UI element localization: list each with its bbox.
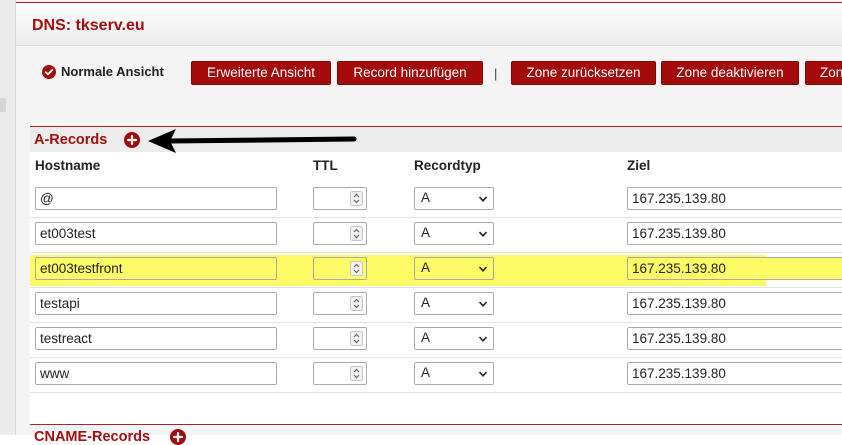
recordtype-value: A <box>421 365 431 380</box>
dns-panel: DNS: tkserv.eu Normale Ansicht Erweitert… <box>15 0 842 445</box>
arrow-left-icon <box>148 129 357 153</box>
extended-view-button[interactable]: Erweiterte Ansicht <box>191 61 331 85</box>
hostname-input[interactable] <box>35 187 277 210</box>
table-row: A <box>30 183 842 218</box>
gutter-notch <box>0 98 6 112</box>
ttl-input[interactable] <box>313 362 367 385</box>
header-band: DNS: tkserv.eu <box>16 3 842 46</box>
next-section-rule <box>30 424 842 425</box>
deactivate-zone-button[interactable]: Zone deaktivieren <box>661 61 799 85</box>
toolbar-separator: | <box>494 66 498 81</box>
hostname-input[interactable] <box>35 327 277 350</box>
ziel-input[interactable] <box>627 187 842 210</box>
ttl-input[interactable] <box>313 187 367 210</box>
hostname-input[interactable] <box>35 257 277 280</box>
recordtype-value: A <box>421 330 431 345</box>
hostname-input[interactable] <box>35 362 277 385</box>
recordtype-select[interactable]: A <box>414 327 494 350</box>
a-records-section: A-Records Hostname TTL Recordtyp Ziel A A… <box>30 126 842 426</box>
ziel-input[interactable] <box>627 222 842 245</box>
column-ttl: TTL <box>313 158 338 173</box>
table-row: A <box>30 288 842 323</box>
ziel-input[interactable] <box>627 362 842 385</box>
chevron-down-icon <box>478 196 488 202</box>
check-circle-icon <box>42 64 56 79</box>
stepper-updown-icon[interactable] <box>350 366 363 381</box>
a-records-header: A-Records <box>30 126 842 153</box>
recordtype-value: A <box>421 190 431 205</box>
add-record-button[interactable]: Record hinzufügen <box>337 61 483 85</box>
recordtype-value: A <box>421 295 431 310</box>
row-divider <box>30 392 842 393</box>
table-row: A <box>30 358 842 393</box>
recordtype-select[interactable]: A <box>414 257 494 280</box>
plus-circle-icon[interactable] <box>124 132 140 148</box>
a-records-title: A-Records <box>34 132 108 148</box>
chevron-down-icon <box>478 231 488 237</box>
ttl-input[interactable] <box>313 222 367 245</box>
left-gutter <box>0 0 15 435</box>
hostname-input[interactable] <box>35 222 277 245</box>
page-title: DNS: tkserv.eu <box>32 17 145 34</box>
stepper-updown-icon[interactable] <box>350 191 363 206</box>
recordtype-select[interactable]: A <box>414 187 494 210</box>
stepper-updown-icon[interactable] <box>350 331 363 346</box>
recordtype-select[interactable]: A <box>414 362 494 385</box>
recordtype-value: A <box>421 225 431 240</box>
stepper-updown-icon[interactable] <box>350 296 363 311</box>
ttl-input[interactable] <box>313 327 367 350</box>
table-row: A <box>30 253 842 288</box>
normal-view-label: Normale Ansicht <box>61 64 164 79</box>
column-hostname: Hostname <box>35 158 101 173</box>
column-ziel: Ziel <box>627 158 651 173</box>
ziel-input[interactable] <box>627 257 842 280</box>
stepper-updown-icon[interactable] <box>350 261 363 276</box>
normal-view-option[interactable]: Normale Ansicht <box>42 64 164 79</box>
reset-zone-button[interactable]: Zone zurücksetzen <box>511 61 656 85</box>
ttl-input[interactable] <box>313 292 367 315</box>
ttl-input[interactable] <box>313 257 367 280</box>
recordtype-value: A <box>421 260 431 275</box>
table-row: A <box>30 218 842 253</box>
table-row: A <box>30 323 842 358</box>
recordtype-select[interactable]: A <box>414 222 494 245</box>
zone-more-button[interactable]: Zon <box>805 61 842 85</box>
ziel-input[interactable] <box>627 327 842 350</box>
chevron-down-icon <box>478 301 488 307</box>
cname-records-title: CNAME-Records <box>34 429 151 445</box>
column-recordtype: Recordtyp <box>414 158 481 173</box>
recordtype-select[interactable]: A <box>414 292 494 315</box>
ziel-input[interactable] <box>627 292 842 315</box>
stepper-updown-icon[interactable] <box>350 226 363 241</box>
toolbar: Normale Ansicht Erweiterte Ansicht Recor… <box>16 57 842 89</box>
plus-circle-icon[interactable] <box>170 429 186 445</box>
chevron-down-icon <box>478 266 488 272</box>
hostname-input[interactable] <box>35 292 277 315</box>
chevron-down-icon <box>478 371 488 377</box>
chevron-down-icon <box>478 336 488 342</box>
